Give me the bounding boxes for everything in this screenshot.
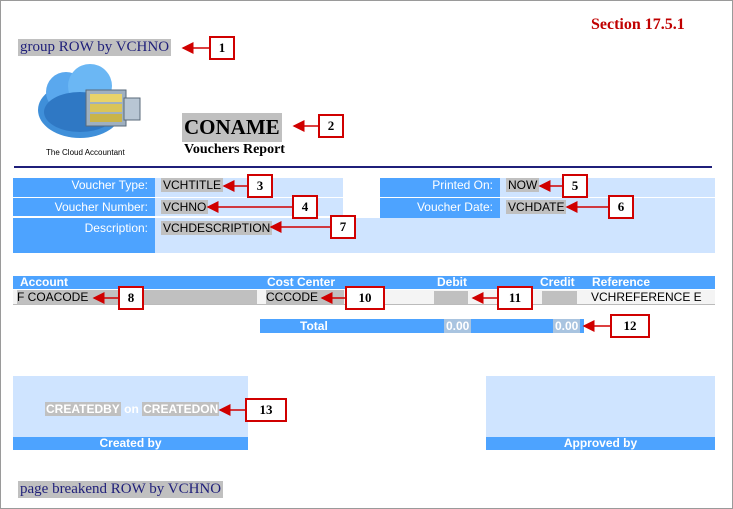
callout-12: 12 bbox=[610, 314, 650, 338]
callout-6: 6 bbox=[608, 195, 634, 219]
callout-4: 4 bbox=[292, 195, 318, 219]
callout-11: 11 bbox=[497, 286, 533, 310]
callout-1: 1 bbox=[209, 36, 235, 60]
callout-3: 3 bbox=[247, 174, 273, 198]
callout-2: 2 bbox=[318, 114, 344, 138]
callout-5: 5 bbox=[562, 174, 588, 198]
callout-arrows bbox=[92, 42, 610, 416]
callout-10: 10 bbox=[345, 286, 385, 310]
callout-7: 7 bbox=[330, 215, 356, 239]
callout-8: 8 bbox=[118, 286, 144, 310]
callout-13: 13 bbox=[245, 398, 287, 422]
